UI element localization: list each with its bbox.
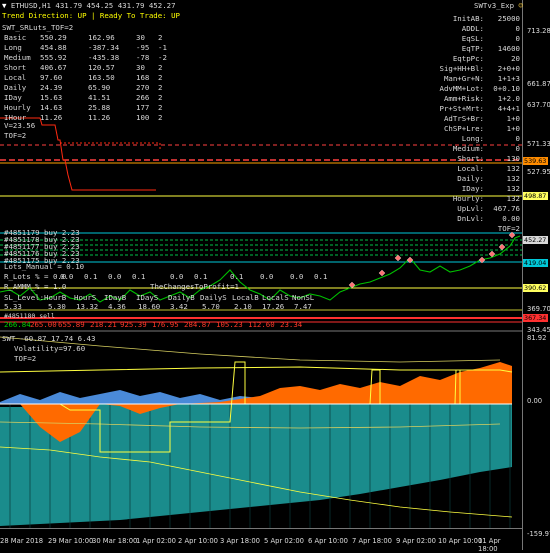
time-label: 11 Apr 18:00 [478,537,501,553]
indicator-values: SWT -60.87 17.74 6.43 [2,334,96,343]
symbol-ohlc: ETHUSD,H1 431.79 454.25 431.79 452.27 [10,1,176,10]
indicator-name: SWT_SRLuts_TOF=2 [2,23,74,32]
mid-value: 0.1 [230,272,244,281]
mid-value: 0.0 [170,272,184,281]
axis-label: 527.95 [527,168,550,176]
r-lots: R_Lots % = 0.0 [4,272,67,281]
mid-value: 0.1 [194,272,208,281]
time-label: 10 Apr 10:00 [438,537,483,545]
time-label: 2 Apr 10:00 [178,537,218,545]
volatility-label: Volatility=97.60 [14,344,86,353]
price-tag: 367.34 [523,314,548,322]
axis-label: 637.70 [527,101,550,109]
time-label: 30 Mar 18:00 [92,537,138,545]
dropdown-arrow-icon[interactable]: ▼ [2,1,6,10]
mid-value: 0.0 [60,272,74,281]
indicator-axis-bottom: -159.97 [527,530,550,538]
mid-value: 0.0 [108,272,122,281]
price-axis: 713.28 661.87 637.70 571.33 527.95 369.7… [522,0,550,550]
price-tag: 419.04 [523,259,548,267]
price-tag: 539.63 [523,157,548,165]
v-value: V=23.56 [4,121,36,130]
current-price-tag: 452.27 [523,236,548,244]
indicator-chart[interactable] [0,332,522,528]
time-label: 3 Apr 18:00 [220,537,260,545]
price-tag: 390.62 [523,284,548,292]
smiley-icon: ☺ [518,1,523,10]
lots-manual: Lots_Manual = 0.10 [4,262,85,271]
mid-value: 0.1 [132,272,146,281]
expert-title: SWTv3_Exp ☺ [474,1,523,10]
price-chart[interactable] [0,0,522,332]
mid-value: 0.1 [84,272,98,281]
time-label: 29 Mar 10:00 [48,537,94,545]
indicator-axis-top: 81.92 [527,334,547,342]
indicator-axis-zero: 0.00 [527,397,543,405]
time-axis: 28 Mar 2018 29 Mar 10:00 30 Mar 18:00 1 … [0,528,522,553]
indicator-tof: TOF=2 [14,354,37,363]
r-ammm: R_AMMM_% = 1.0 [4,282,67,291]
mid-value: 0.0 [290,272,304,281]
time-label: 1 Apr 02:00 [136,537,176,545]
changes-to-profit: TheChangesToProfit=1 [150,282,239,291]
mid-value: 0.1 [314,272,328,281]
price-tag: 498.87 [523,192,548,200]
trend-status: Trend Direction: UP | Ready To Trade: UP [2,11,180,20]
time-label: 5 Apr 02:00 [264,537,304,545]
time-label: 28 Mar 2018 [0,537,44,545]
axis-label: 713.28 [527,27,550,35]
axis-label: 571.33 [527,140,550,148]
symbol-header: ▼ ETHUSD,H1 431.79 454.25 431.79 452.27 [2,1,176,10]
time-label: 6 Apr 10:00 [308,537,348,545]
axis-label: 369.70 [527,305,550,313]
axis-label: 661.87 [527,80,550,88]
time-label: 9 Apr 02:00 [396,537,436,545]
tof-label: TOF=2 [4,131,27,140]
axis-label: 343.45 [527,326,550,334]
mid-value: 0.0 [260,272,274,281]
time-label: 7 Apr 18:00 [352,537,392,545]
